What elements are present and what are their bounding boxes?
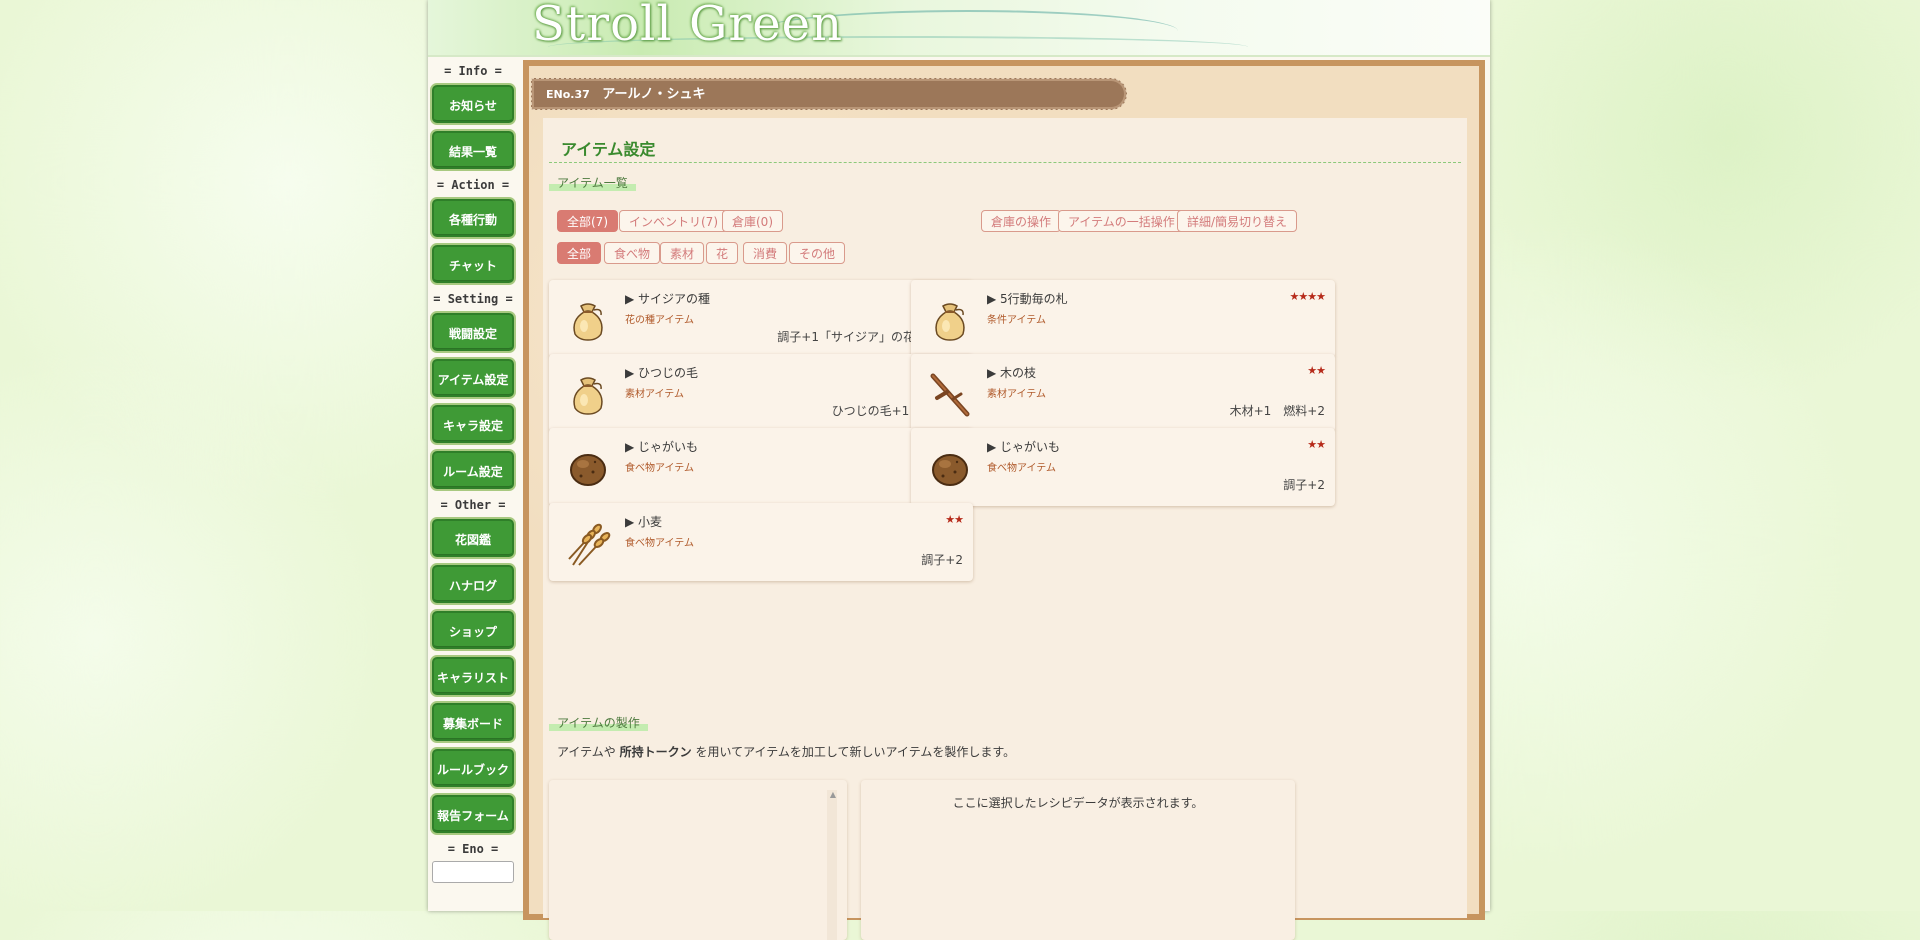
character-bar: ENo.37 アールノ・シュキ	[531, 78, 1127, 110]
sidebar-heading: = Action =	[436, 178, 510, 192]
item-type: 素材アイテム	[625, 389, 684, 400]
craft-description-text: を用いてアイテムを加工して新しいアイテムを製作します。	[691, 745, 1016, 759]
recipe-placeholder: ここに選択したレシピデータが表示されます。	[952, 796, 1204, 810]
recipe-detail-panel: ここに選択したレシピデータが表示されます。	[861, 780, 1295, 940]
detail-toggle-button[interactable]: 詳細/簡易切り替え	[1177, 210, 1298, 232]
sidebar-nav-button[interactable]: ハナログ	[430, 563, 516, 605]
sidebar-nav: = Info = お知らせ 結果一覧 = Action = 各種行動 チャット = Sett…	[428, 57, 518, 911]
main-panel: ENo.37 アールノ・シュキ アイテム設定 アイテム一覧 全部(7) インベン…	[523, 60, 1485, 940]
storage-operation-button[interactable]: 倉庫の操作	[981, 210, 1062, 232]
scrollbar[interactable]	[827, 790, 837, 940]
filter-inventory[interactable]: インベントリ(7)	[619, 210, 728, 232]
sidebar-nav-button[interactable]: ルールブック	[430, 747, 516, 789]
page-title: アイテム設定	[561, 140, 656, 159]
item-type: 条件アイテム	[987, 315, 1046, 326]
sidebar-nav-button[interactable]: 花図鑑	[430, 517, 516, 559]
character-eno: ENo.37	[546, 88, 590, 101]
sidebar-nav-button[interactable]: キャラ設定	[430, 403, 516, 445]
category-food[interactable]: 食べ物	[604, 242, 661, 264]
potato-icon	[927, 446, 973, 492]
item-type: 食べ物アイテム	[987, 463, 1056, 474]
item-rarity-stars: ★★	[1307, 364, 1326, 377]
sidebar-nav-button[interactable]: 募集ボード	[430, 701, 516, 743]
branch-icon	[927, 372, 973, 418]
item-card[interactable]: ▶ サイジアの種花の種アイテム★★★★★調子+1「サイジア」の花壇の開放	[549, 280, 973, 358]
item-rarity-stars: ★★	[945, 513, 964, 526]
wheat-icon	[565, 521, 611, 567]
item-effect: 調子+2	[921, 553, 963, 567]
sidebar-nav-button[interactable]: ルーム設定	[430, 449, 516, 491]
item-card[interactable]: ▶ 木の枝素材アイテム ★★ 木材+1 燃料+2	[911, 354, 1335, 432]
craft-description: アイテムや 所持トークン を用いてアイテムを加工して新しいアイテムを製作します。	[557, 743, 1015, 760]
category-other[interactable]: その他	[789, 242, 846, 264]
eno-input[interactable]	[432, 861, 514, 883]
sidebar-nav-button[interactable]: キャラリスト	[430, 655, 516, 697]
item-effect: 木材+1 燃料+2	[1229, 404, 1325, 418]
filter-all-locations[interactable]: 全部(7)	[557, 210, 618, 232]
item-name[interactable]: ▶ 5行動毎の札	[987, 290, 1068, 307]
item-card[interactable]: ▶ じゃがいも食べ物アイテム ★★ 調子+2	[911, 428, 1335, 506]
site-title[interactable]: Stroll Green	[532, 0, 843, 52]
craft-subtitle: アイテムの製作	[549, 714, 648, 731]
category-material[interactable]: 素材	[660, 242, 705, 264]
sidebar-nav-button[interactable]: ショップ	[430, 609, 516, 651]
item-type: 花の種アイテム	[625, 315, 694, 326]
sidebar-nav-button[interactable]: アイテム設定	[430, 357, 516, 399]
token-emphasis: 所持トークン	[619, 745, 692, 759]
craft-description-text: アイテムや	[557, 745, 620, 759]
sidebar-nav-button[interactable]: 報告フォーム	[430, 793, 516, 835]
sidebar-heading: = Info =	[444, 64, 502, 78]
item-card[interactable]: ▶ ひつじの毛素材アイテム★★★ひつじの毛+1 繊維+1	[549, 354, 973, 432]
item-type: 食べ物アイテム	[625, 538, 694, 549]
sidebar-nav-button[interactable]: お知らせ	[430, 83, 516, 125]
item-settings-content: アイテム設定 アイテム一覧 全部(7) インベントリ(7) 倉庫(0) 倉庫の操…	[543, 118, 1467, 940]
sidebar-nav-button[interactable]: 結果一覧	[430, 129, 516, 171]
bag-icon	[565, 372, 611, 418]
scroll-up-arrow-icon[interactable]: ▲	[830, 790, 836, 799]
sidebar-nav-button[interactable]: 戦闘設定	[430, 311, 516, 353]
bulk-item-operation-button[interactable]: アイテムの一括操作	[1058, 210, 1185, 232]
item-rarity-stars: ★★★★	[1289, 290, 1326, 303]
item-effect: 調子+2	[1283, 478, 1325, 492]
item-card[interactable]: ▶ 5行動毎の札条件アイテム ★★★★	[911, 280, 1335, 358]
potato-icon	[565, 446, 611, 492]
item-card[interactable]: ▶ 小麦食べ物アイテム ★★ 調子+2	[549, 503, 973, 581]
filter-storage[interactable]: 倉庫(0)	[722, 210, 783, 232]
sidebar-heading: = Eno =	[447, 842, 499, 856]
divider	[549, 162, 1461, 163]
item-name[interactable]: ▶ じゃがいも	[987, 438, 1060, 455]
sidebar-nav-button[interactable]: 各種行動	[430, 197, 516, 239]
sidebar-heading: = Other =	[440, 498, 506, 512]
item-name[interactable]: ▶ ひつじの毛	[625, 364, 698, 381]
character-name: アールノ・シュキ	[602, 87, 706, 102]
item-name[interactable]: ▶ 木の枝	[987, 364, 1036, 381]
item-name[interactable]: ▶ 小麦	[625, 513, 662, 530]
sidebar-heading: = Setting =	[433, 292, 513, 306]
item-name[interactable]: ▶ サイジアの種	[625, 290, 710, 307]
item-type: 食べ物アイテム	[625, 463, 694, 474]
category-all[interactable]: 全部	[557, 242, 602, 264]
site-banner: Stroll Green	[428, 0, 1490, 57]
category-consumable[interactable]: 消費	[743, 242, 788, 264]
bag-icon	[565, 298, 611, 344]
recipe-list[interactable]: ▲	[549, 780, 847, 940]
item-type: 素材アイテム	[987, 389, 1046, 400]
sidebar-nav-button[interactable]: チャット	[430, 243, 516, 285]
item-card[interactable]: ▶ じゃがいも食べ物アイテム★★調子+2	[549, 428, 973, 506]
item-name[interactable]: ▶ じゃがいも	[625, 438, 698, 455]
item-rarity-stars: ★★	[1307, 438, 1326, 451]
category-flower[interactable]: 花	[706, 242, 739, 264]
page: Stroll Green = Info = お知らせ 結果一覧 = Action = 各…	[428, 0, 1490, 940]
bag-icon	[927, 298, 973, 344]
item-list-subtitle: アイテム一覧	[549, 174, 636, 191]
